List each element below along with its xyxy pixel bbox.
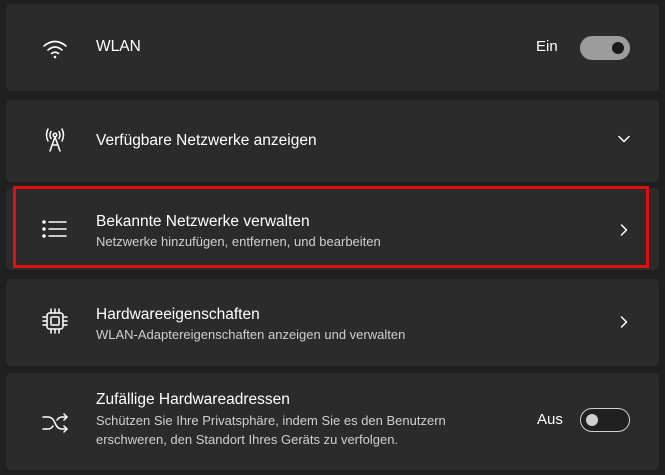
antenna-icon	[40, 124, 70, 154]
hardware-properties-title: Hardwareeigenschaften	[96, 306, 260, 323]
random-hardware-addresses-subtitle-line1: Schützen Sie Ihre Privatsphäre, indem Si…	[96, 413, 446, 428]
random-hardware-addresses-title: Zufällige Hardwareadressen	[96, 391, 290, 408]
known-networks-subtitle: Netzwerke hinzufügen, entfernen, und bea…	[96, 234, 381, 249]
available-networks-title: Verfügbare Netzwerke anzeigen	[96, 132, 317, 149]
random-hardware-toggle[interactable]	[580, 408, 630, 432]
wlan-title: WLAN	[96, 38, 141, 55]
chevron-right-icon[interactable]	[617, 315, 631, 329]
list-icon	[40, 214, 70, 244]
chip-icon	[40, 306, 70, 336]
known-networks-title: Bekannte Netzwerke verwalten	[96, 213, 310, 230]
random-hardware-state-label: Aus	[537, 411, 563, 428]
wlan-settings-page: WLAN Ein Verfügbare Netzwerke anzeigen B…	[0, 0, 665, 475]
known-networks-row[interactable]: Bekannte Netzwerke verwalten Netzwerke h…	[6, 188, 659, 270]
wlan-row: WLAN Ein	[6, 4, 659, 91]
wlan-toggle[interactable]	[580, 36, 630, 60]
chevron-right-icon[interactable]	[617, 223, 631, 237]
hardware-properties-row[interactable]: Hardwareeigenschaften WLAN-Adaptereigens…	[6, 279, 659, 366]
random-hardware-addresses-row: Zufällige Hardwareadressen Schützen Sie …	[6, 373, 659, 470]
toggle-knob	[612, 42, 624, 54]
shuffle-icon	[40, 408, 70, 438]
random-hardware-addresses-subtitle-line2: erschweren, den Standort Ihres Geräts zu…	[96, 432, 399, 447]
toggle-knob	[586, 413, 598, 426]
hardware-properties-subtitle: WLAN-Adaptereigenschaften anzeigen und v…	[96, 327, 406, 342]
chevron-down-icon[interactable]	[617, 132, 631, 146]
wlan-state-label: Ein	[536, 38, 558, 55]
wifi-icon	[40, 34, 70, 64]
available-networks-row[interactable]: Verfügbare Netzwerke anzeigen	[6, 100, 659, 182]
